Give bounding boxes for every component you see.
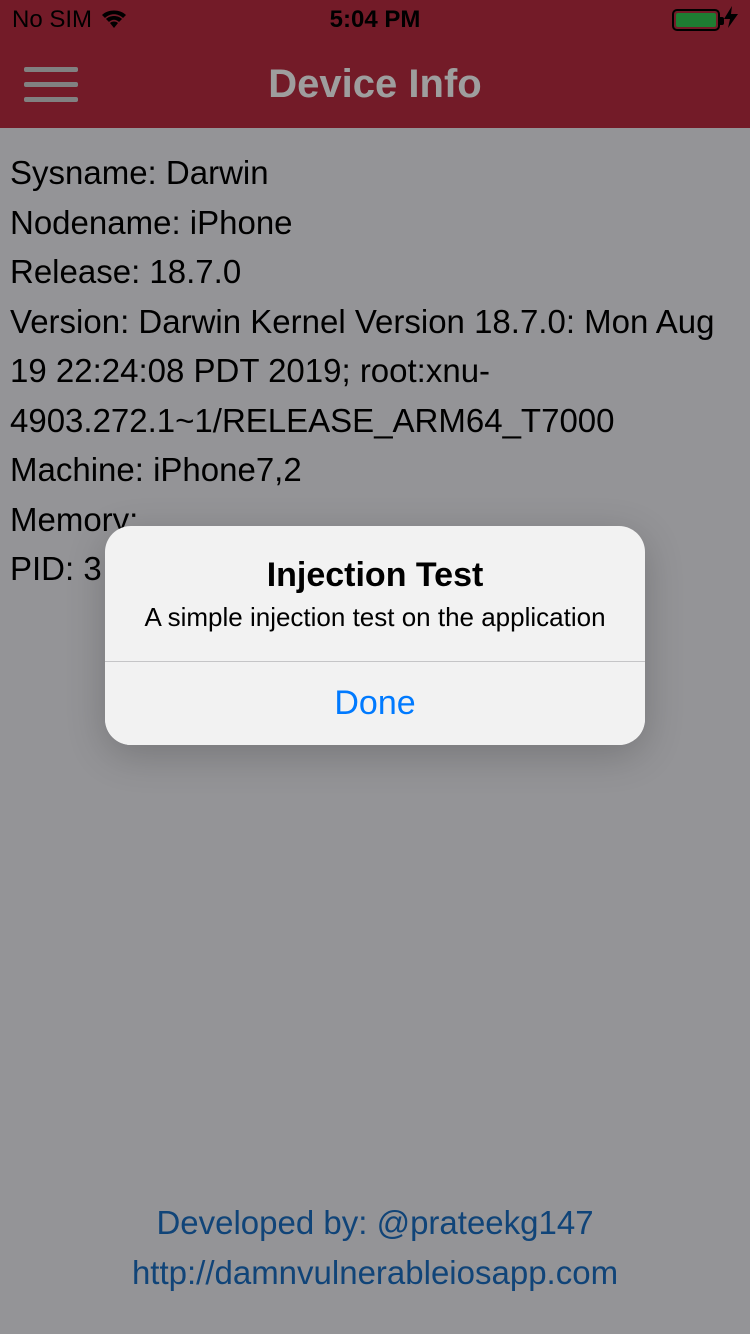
- alert-title: Injection Test: [129, 556, 621, 595]
- alert-dialog: Injection Test A simple injection test o…: [105, 526, 645, 745]
- alert-message: A simple injection test on the applicati…: [129, 601, 621, 635]
- alert-done-button[interactable]: Done: [105, 661, 645, 745]
- alert-body: Injection Test A simple injection test o…: [105, 526, 645, 661]
